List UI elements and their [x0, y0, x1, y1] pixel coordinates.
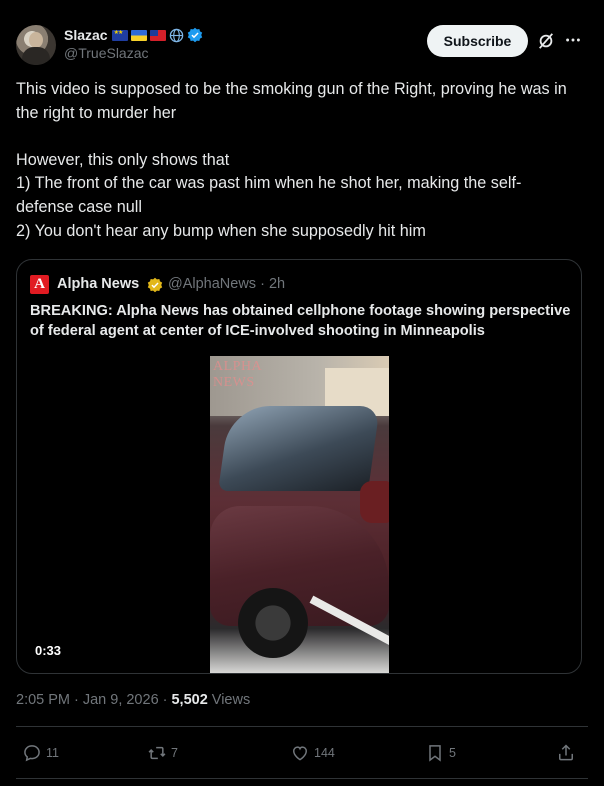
taiwan-flag-icon — [149, 29, 166, 41]
ukraine-flag-icon — [130, 29, 147, 41]
video-arm — [360, 481, 389, 523]
video-watermark-line2: NEWS — [213, 375, 255, 390]
avatar-body — [22, 47, 50, 65]
views-count[interactable]: 5,502 — [171, 692, 207, 708]
quoted-handle-time: @AlphaNews · 2h — [168, 276, 286, 292]
avatar-face — [29, 32, 43, 48]
more-options-icon[interactable] — [564, 31, 582, 49]
share-icon — [559, 744, 573, 761]
grok-icon[interactable] — [537, 32, 555, 50]
video-player[interactable]: ALPHA NEWS — [210, 356, 389, 673]
post-meta: 2:05 PM · Jan 9, 2026 · 5,502 Views — [16, 692, 250, 708]
reply-button[interactable]: 11 — [22, 742, 59, 764]
subscribe-button[interactable]: Subscribe — [427, 25, 528, 57]
divider — [16, 778, 588, 779]
video-car-window — [218, 406, 380, 491]
verified-gold-badge-icon — [147, 277, 163, 293]
share-button[interactable] — [556, 742, 580, 764]
globe-icon — [169, 28, 183, 42]
post-text: This video is supposed to be the smoking… — [16, 80, 567, 240]
author-display-name[interactable]: Slazac — [64, 27, 108, 43]
video-watermark-line1: ALPHA — [213, 359, 263, 374]
post-date[interactable]: Jan 9, 2026 — [83, 692, 159, 708]
repost-button[interactable]: 7 — [147, 742, 178, 764]
tweet: Slazac @TrueSlazac Subscribe This video … — [0, 0, 604, 786]
like-button[interactable]: 144 — [290, 742, 335, 764]
divider — [16, 726, 588, 727]
bookmark-icon — [429, 745, 441, 762]
repost-count: 7 — [171, 746, 178, 760]
quoted-author-name[interactable]: Alpha News — [57, 276, 139, 292]
repost-icon — [148, 746, 166, 760]
bookmark-count: 5 — [449, 746, 456, 760]
avatar[interactable] — [16, 25, 56, 65]
post-time[interactable]: 2:05 PM — [16, 692, 70, 708]
quoted-text: BREAKING: Alpha News has obtained cellph… — [30, 303, 571, 339]
bookmark-button[interactable]: 5 — [425, 742, 456, 764]
quoted-post[interactable]: A Alpha News @AlphaNews · 2h BREAKING: A… — [16, 259, 582, 674]
like-count: 144 — [314, 746, 335, 760]
video-watermark: ALPHA NEWS — [213, 359, 262, 391]
reply-count: 11 — [46, 746, 59, 760]
heart-icon — [292, 746, 308, 761]
meta-separator: · — [162, 692, 168, 708]
views-label: Views — [211, 692, 251, 708]
reply-icon — [24, 745, 40, 762]
video-wheel — [238, 588, 308, 658]
alpha-news-logo-icon: A — [30, 275, 49, 294]
meta-separator: · — [74, 692, 79, 708]
author-handle[interactable]: @TrueSlazac — [64, 45, 149, 61]
video-duration: 0:33 — [25, 639, 72, 663]
eu-flag-icon — [111, 29, 128, 41]
author-name-row: Slazac — [64, 26, 203, 44]
verified-badge-icon — [187, 27, 202, 43]
